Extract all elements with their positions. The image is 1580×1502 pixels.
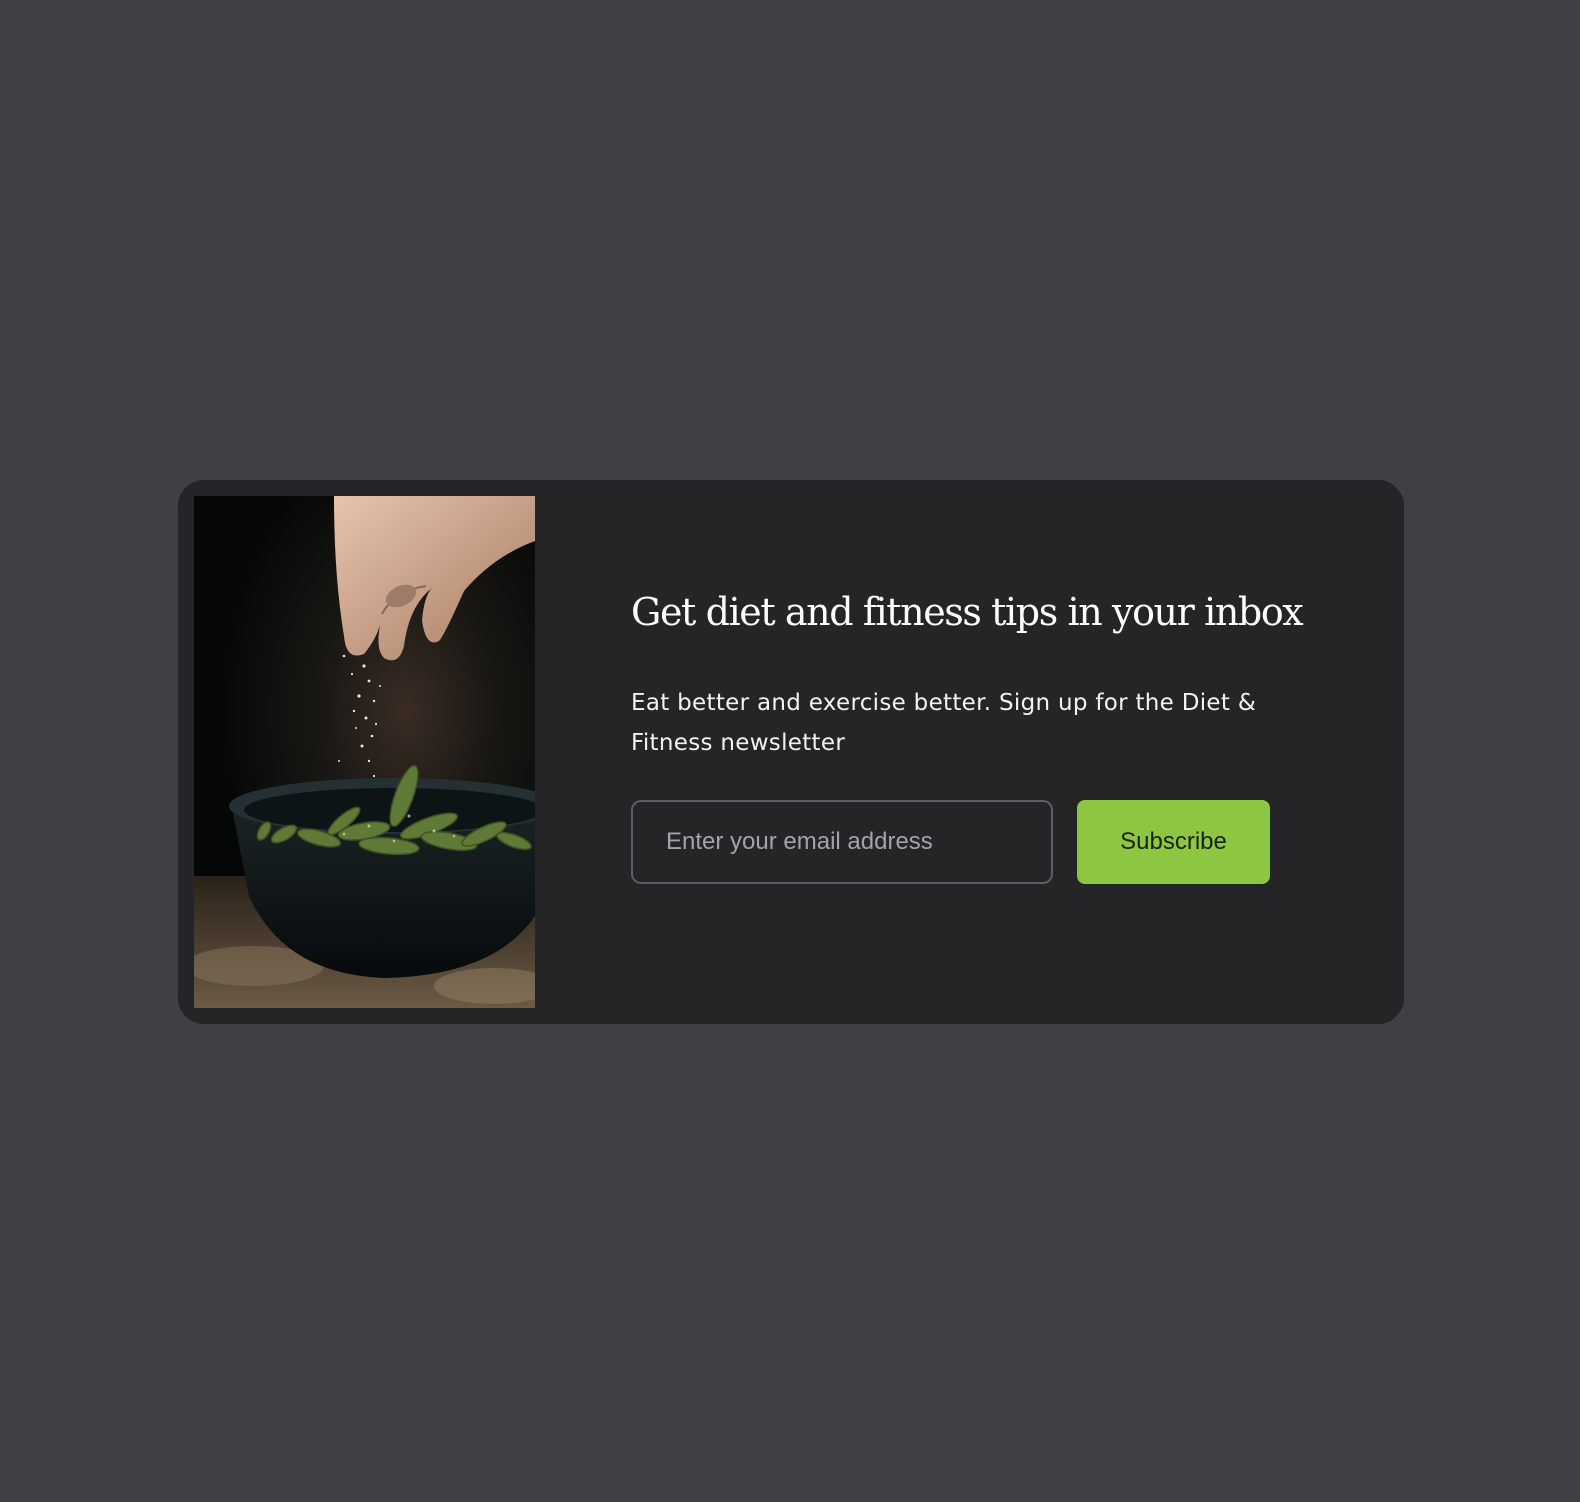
newsletter-image [194,496,535,1008]
newsletter-content: Get diet and fitness tips in your inbox … [631,480,1331,1024]
newsletter-title: Get diet and fitness tips in your inbox [631,590,1304,634]
email-input[interactable] [631,800,1053,884]
subscribe-button[interactable]: Subscribe [1077,800,1270,884]
edamame-photo [194,496,535,1008]
newsletter-card: Get diet and fitness tips in your inbox … [178,480,1404,1024]
newsletter-description: Eat better and exercise better. Sign up … [631,690,1257,756]
